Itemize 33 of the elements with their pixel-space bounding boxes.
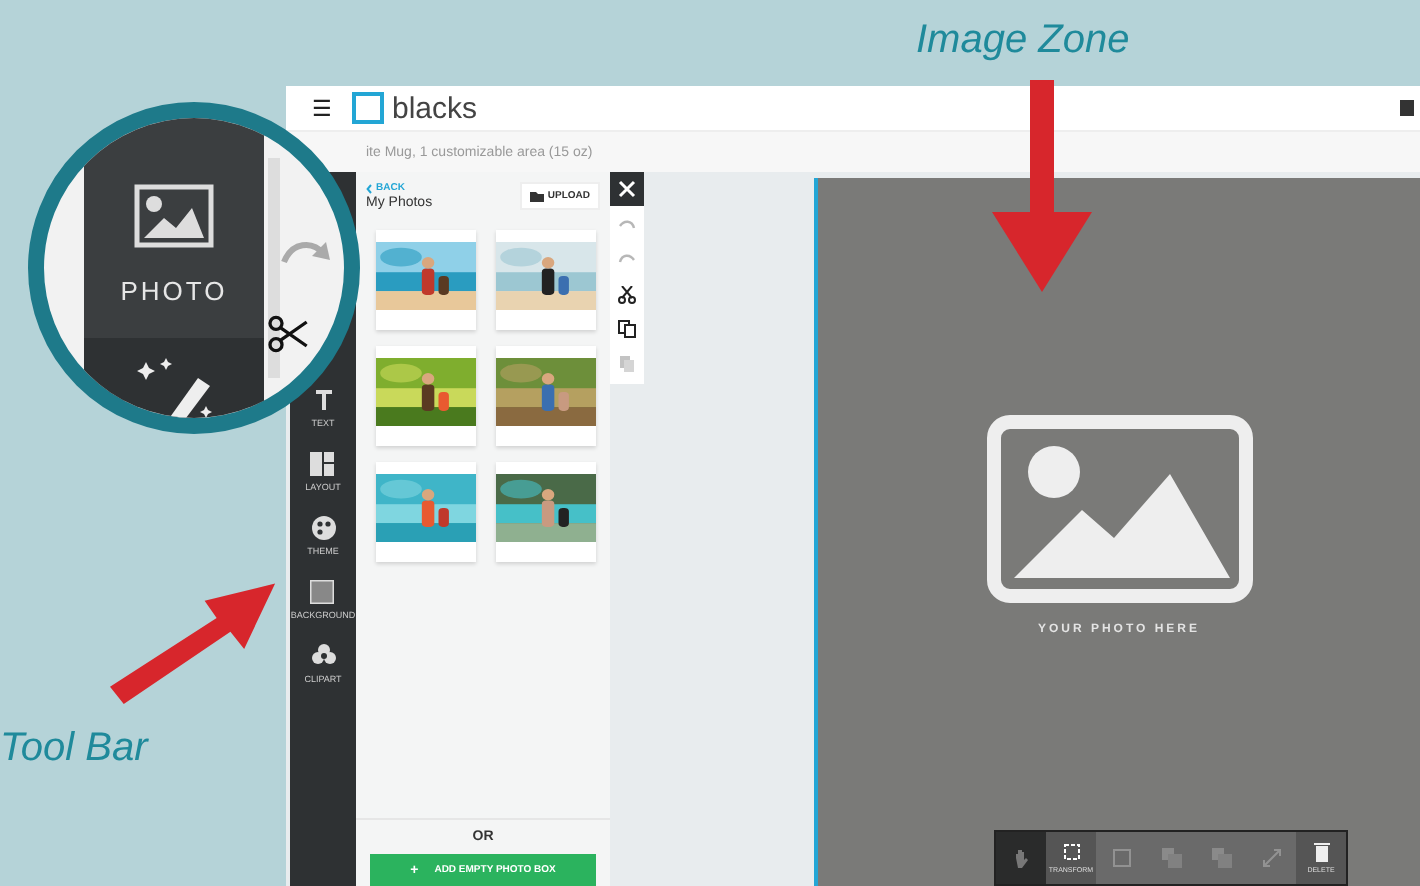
photo-card[interactable] — [376, 346, 476, 446]
photo-card[interactable] — [496, 462, 596, 562]
front-icon — [1161, 848, 1181, 868]
logo-square-icon — [352, 92, 384, 124]
transform-icon — [1061, 842, 1081, 862]
image-placeholder-icon — [985, 414, 1253, 604]
folder-icon — [529, 191, 544, 201]
redo-arrow-icon — [280, 238, 332, 266]
menu-icon[interactable]: ☰ — [312, 95, 332, 121]
delete-icon — [1311, 842, 1331, 862]
image-zone-caption: Image Zone — [916, 18, 1130, 64]
background-tool-icon — [310, 580, 335, 604]
theme-tool-icon — [311, 516, 335, 540]
crop-icon — [1111, 848, 1131, 868]
magic-wand-icon — [134, 354, 214, 418]
back-icon — [1211, 848, 1231, 868]
resize-icon — [1261, 848, 1281, 868]
move-button[interactable] — [996, 832, 1046, 884]
tool-bar-caption: Tool Bar — [0, 726, 148, 772]
photo-icon — [134, 184, 214, 248]
text-tool-icon — [311, 388, 335, 412]
cut-icon[interactable] — [618, 286, 636, 304]
layout-tool-icon — [310, 452, 335, 476]
chevron-left-icon — [366, 183, 372, 193]
logo-text: blacks — [392, 91, 478, 125]
copy-icon[interactable] — [618, 320, 636, 338]
close-icon — [618, 180, 636, 198]
move-icon — [1011, 848, 1031, 868]
close-button[interactable] — [610, 172, 644, 206]
scissors-icon — [268, 314, 308, 354]
clipart-tool-icon — [311, 644, 335, 668]
photo-card[interactable] — [496, 230, 596, 330]
photo-tool-label: PHOTO — [120, 276, 228, 306]
